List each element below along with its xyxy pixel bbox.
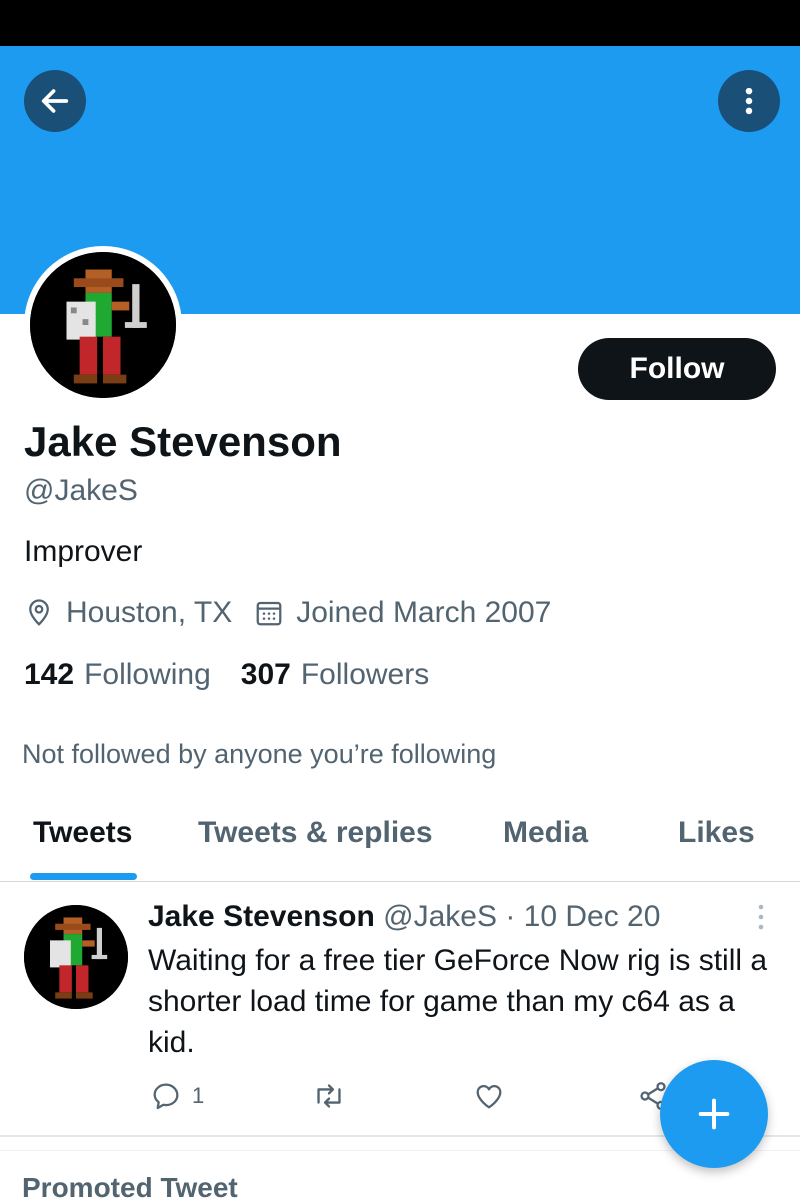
arrow-left-icon bbox=[41, 89, 69, 113]
tweet-avatar[interactable] bbox=[24, 905, 128, 1009]
calendar-icon bbox=[254, 598, 284, 628]
tweet-date[interactable]: 10 Dec 20 bbox=[524, 900, 661, 933]
not-followed-note: Not followed by anyone you’re following bbox=[22, 739, 497, 769]
tab-tweets[interactable]: Tweets bbox=[33, 816, 132, 850]
reply-button[interactable]: 1 bbox=[150, 1078, 204, 1114]
profile-avatar[interactable] bbox=[24, 246, 182, 404]
profile-meta: Houston, TX Joined March 2007 bbox=[24, 595, 551, 631]
compose-tweet-button[interactable] bbox=[660, 1060, 768, 1168]
more-vertical-icon bbox=[745, 87, 753, 115]
tab-media[interactable]: Media bbox=[503, 816, 588, 850]
followers-count: 307 bbox=[240, 658, 291, 691]
retweet-icon bbox=[317, 1084, 341, 1108]
following-count: 142 bbox=[24, 658, 75, 691]
tweet-handle[interactable]: @JakeS bbox=[383, 900, 497, 933]
followers-label: Followers bbox=[300, 658, 430, 691]
more-vertical-icon bbox=[758, 904, 764, 930]
reply-icon bbox=[153, 1083, 179, 1110]
tweet-more-button[interactable] bbox=[752, 902, 770, 932]
back-button[interactable] bbox=[24, 70, 86, 132]
promoted-label: Promoted Tweet bbox=[22, 1172, 238, 1200]
profile-tabs: Tweets Tweets & replies Media Likes bbox=[0, 800, 800, 882]
profile-name: Jake Stevenson bbox=[24, 418, 342, 465]
profile-bio: Improver bbox=[24, 535, 143, 568]
location-text: Houston, TX bbox=[66, 596, 233, 629]
active-tab-indicator bbox=[30, 873, 137, 880]
follow-stats: 142 Following 307 Followers bbox=[24, 658, 429, 692]
profile-handle: @JakeS bbox=[24, 474, 138, 507]
joined-text: Joined March 2007 bbox=[296, 596, 552, 629]
plus-icon bbox=[698, 1098, 730, 1130]
tab-tweets-replies[interactable]: Tweets & replies bbox=[198, 816, 433, 850]
following-label: Following bbox=[84, 658, 211, 691]
retweet-button[interactable] bbox=[312, 1078, 346, 1114]
tab-likes[interactable]: Likes bbox=[678, 816, 755, 850]
tweet-separator: · bbox=[505, 900, 516, 933]
like-button[interactable] bbox=[472, 1078, 506, 1114]
tweet-text: Waiting for a free tier GeForce Now rig … bbox=[148, 944, 768, 1059]
tweet-header: Jake Stevenson @JakeS · 10 Dec 20 bbox=[148, 900, 660, 934]
status-bar bbox=[0, 0, 800, 46]
tweet-author[interactable]: Jake Stevenson bbox=[148, 900, 375, 933]
reply-count: 1 bbox=[192, 1083, 205, 1108]
following-stat[interactable]: 142 Following bbox=[24, 658, 211, 692]
avatar-image bbox=[30, 252, 176, 398]
heart-icon bbox=[476, 1084, 502, 1109]
followers-stat[interactable]: 307 Followers bbox=[241, 658, 429, 692]
follow-button[interactable]: Follow bbox=[578, 338, 776, 400]
avatar-image bbox=[24, 905, 128, 1009]
more-options-button[interactable] bbox=[718, 70, 780, 132]
location-icon bbox=[24, 598, 54, 628]
